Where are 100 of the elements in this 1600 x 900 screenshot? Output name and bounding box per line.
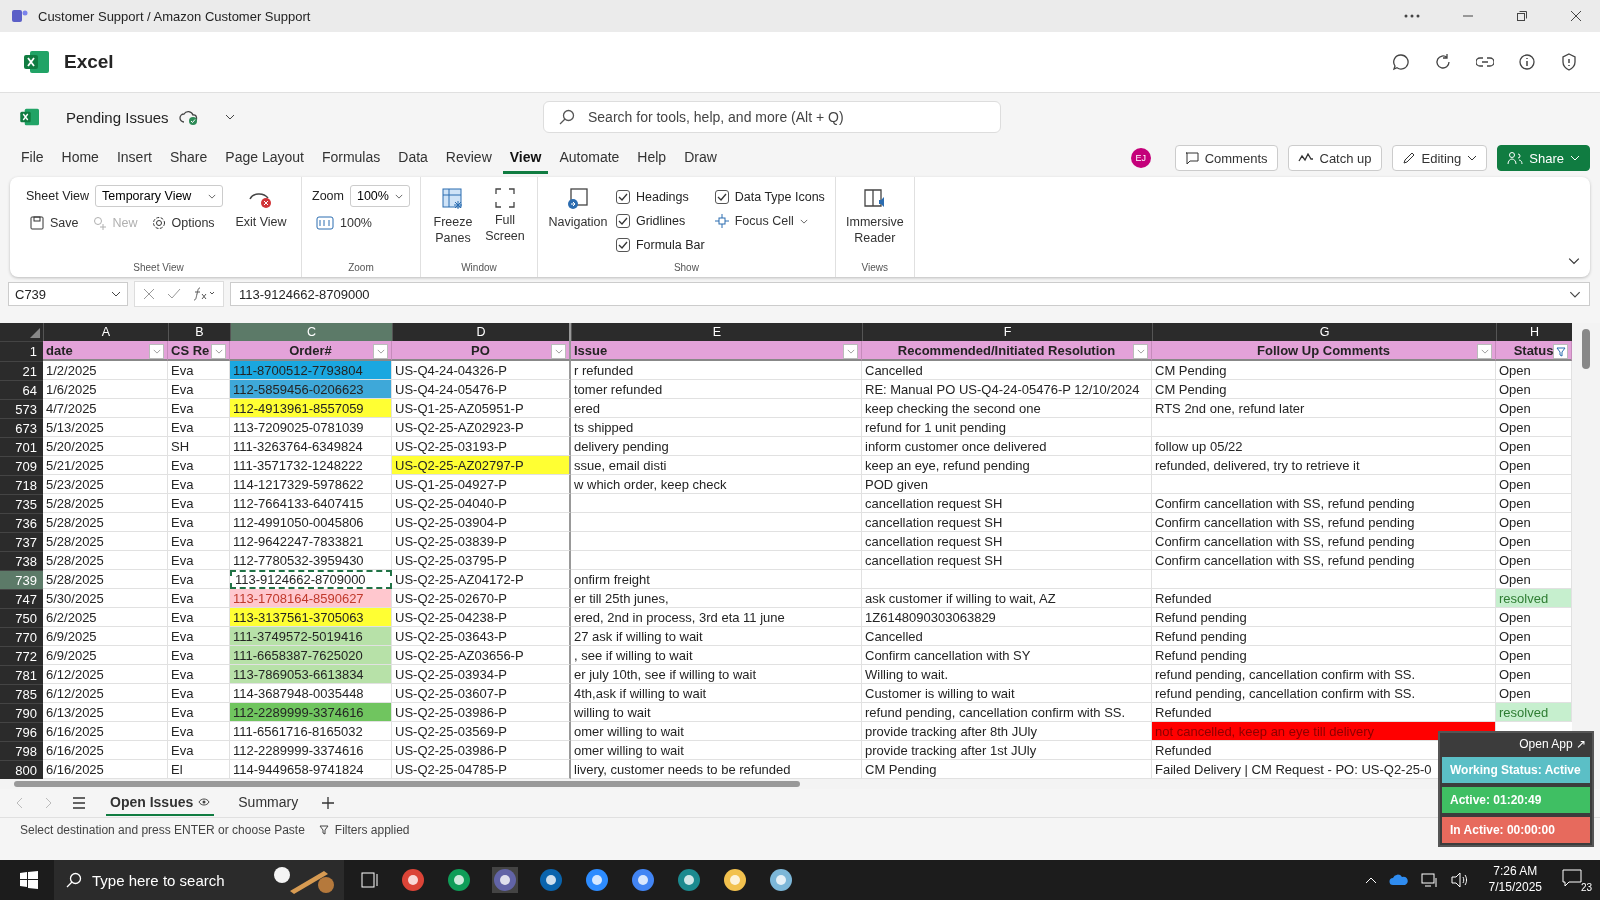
row-header[interactable]: 790 <box>0 703 43 722</box>
row-header[interactable]: 701 <box>0 437 43 456</box>
row-header[interactable]: 770 <box>0 627 43 646</box>
row-header[interactable]: 573 <box>0 399 43 418</box>
zoom-dropdown[interactable]: 100% <box>349 185 410 207</box>
freeze-panes-button[interactable]: Freeze Panes <box>430 185 475 249</box>
row-header[interactable]: 747 <box>0 589 43 608</box>
function-icon[interactable] <box>193 287 215 301</box>
row-header[interactable]: 738 <box>0 551 43 570</box>
app-icon[interactable] <box>538 867 564 893</box>
menu-tab[interactable]: View <box>502 142 549 174</box>
search-field[interactable]: Search for tools, help, and more (Alt + Q) <box>543 101 1001 133</box>
row-header[interactable]: 673 <box>0 418 43 437</box>
app-icon[interactable] <box>722 867 748 893</box>
checkbox[interactable] <box>615 190 630 204</box>
row-header[interactable]: 800 <box>0 760 43 779</box>
chat-icon[interactable] <box>1392 53 1410 71</box>
immersive-reader-button[interactable]: Immersive Reader <box>845 185 904 249</box>
clock-time[interactable]: 7:26 AM <box>1493 864 1538 880</box>
taskbar-search-field[interactable]: Type here to search <box>54 860 344 900</box>
row-header[interactable]: 785 <box>0 684 43 703</box>
row-header[interactable]: 64 <box>0 380 43 399</box>
ribbon-button[interactable]: Save <box>26 213 83 233</box>
sheet-tab[interactable]: Open Issues <box>106 790 215 816</box>
action-button[interactable]: Share <box>1497 145 1590 171</box>
row-header[interactable]: 739 <box>0 570 43 589</box>
menu-tab[interactable]: Help <box>630 142 674 174</box>
action-button[interactable]: Catch up <box>1287 145 1382 171</box>
refresh-icon[interactable] <box>1434 53 1452 71</box>
row-header[interactable]: 718 <box>0 475 43 494</box>
add-sheet-icon[interactable] <box>322 797 335 809</box>
more-icon[interactable] <box>1404 14 1420 18</box>
app-icon[interactable] <box>446 867 472 893</box>
full-screen-button[interactable]: Full Screen <box>482 185 527 247</box>
row-header[interactable]: 736 <box>0 513 43 532</box>
row-header[interactable]: 750 <box>0 608 43 627</box>
row-header[interactable]: 735 <box>0 494 43 513</box>
restore-icon[interactable] <box>1516 10 1528 22</box>
name-box[interactable]: C739 <box>8 282 128 306</box>
row-header[interactable]: 798 <box>0 741 43 760</box>
row-header[interactable]: 796 <box>0 722 43 741</box>
row-header[interactable]: 772 <box>0 646 43 665</box>
vertical-scrollbar[interactable] <box>1582 329 1590 369</box>
menu-tab[interactable]: Data <box>391 142 435 174</box>
app-icon[interactable] <box>676 867 702 893</box>
volume-icon[interactable] <box>1450 872 1469 888</box>
app-icon[interactable] <box>630 867 656 893</box>
open-app-link[interactable]: Open App ↗ <box>1515 735 1590 753</box>
group-label: Show <box>672 262 700 273</box>
horizontal-scrollbar[interactable] <box>14 781 800 787</box>
filter-button[interactable] <box>1553 344 1568 359</box>
checkbox[interactable] <box>714 190 729 204</box>
menu-tab[interactable]: Formulas <box>314 142 388 174</box>
info-icon[interactable] <box>1518 53 1536 71</box>
close-icon[interactable] <box>1570 10 1582 22</box>
network-icon[interactable] <box>1420 872 1439 888</box>
menu-tab[interactable]: Review <box>438 142 499 174</box>
shield-icon[interactable] <box>1560 53 1578 71</box>
app-icon[interactable] <box>768 867 794 893</box>
chevron-down-icon[interactable] <box>224 114 235 120</box>
menu-icon[interactable] <box>72 797 86 809</box>
chevron-up-icon[interactable] <box>1364 876 1377 884</box>
user-avatar[interactable]: EJ <box>1130 148 1151 168</box>
row-header[interactable]: 1 <box>0 341 43 361</box>
checkbox[interactable] <box>615 214 630 228</box>
app-icon[interactable] <box>584 867 610 893</box>
row-header[interactable]: 709 <box>0 456 43 475</box>
menu-tab[interactable]: Share <box>162 142 215 174</box>
menu-tab[interactable]: Insert <box>109 142 159 174</box>
menu-tab[interactable]: Automate <box>552 142 627 174</box>
sheet-tab[interactable]: Summary <box>234 790 303 816</box>
row-header[interactable]: 21 <box>0 361 43 380</box>
cloud-icon[interactable] <box>1388 874 1409 886</box>
clock-date[interactable]: 7/15/2025 <box>1488 880 1542 896</box>
sheet-view-dropdown[interactable]: Temporary View <box>95 185 223 207</box>
ribbon-button[interactable]: Options <box>147 213 219 233</box>
check-icon[interactable] <box>167 288 181 300</box>
expand-ribbon-icon[interactable] <box>1568 257 1580 265</box>
cancel-icon[interactable] <box>143 288 155 300</box>
focus-cell-button[interactable]: Focus Cell <box>714 214 825 228</box>
app-icon[interactable] <box>400 867 426 893</box>
menu-tab[interactable]: Draw <box>677 142 724 174</box>
zoom-reset-button[interactable]: 100% <box>312 213 376 233</box>
action-button[interactable]: Comments <box>1174 145 1278 171</box>
app-icon[interactable] <box>492 867 518 893</box>
row-header[interactable]: 737 <box>0 532 43 551</box>
row-header[interactable]: 781 <box>0 665 43 684</box>
menu-tab[interactable]: Home <box>54 142 106 174</box>
action-button[interactable]: Editing <box>1391 145 1488 171</box>
exit-view-button[interactable]: Exit View <box>231 185 291 233</box>
notification-icon[interactable] <box>1562 869 1582 887</box>
task-view-icon[interactable] <box>360 871 380 889</box>
formula-field[interactable]: 113-9124662-8709000 <box>230 282 1590 306</box>
checkbox[interactable] <box>615 238 630 252</box>
start-icon[interactable] <box>20 871 38 889</box>
navigation-button[interactable]: Navigation <box>547 185 608 233</box>
document-name[interactable]: Pending Issues <box>66 108 169 126</box>
menu-tab[interactable]: Page Layout <box>218 142 311 174</box>
menu-tab[interactable]: File <box>14 142 51 174</box>
column-header[interactable]: C <box>230 323 392 341</box>
